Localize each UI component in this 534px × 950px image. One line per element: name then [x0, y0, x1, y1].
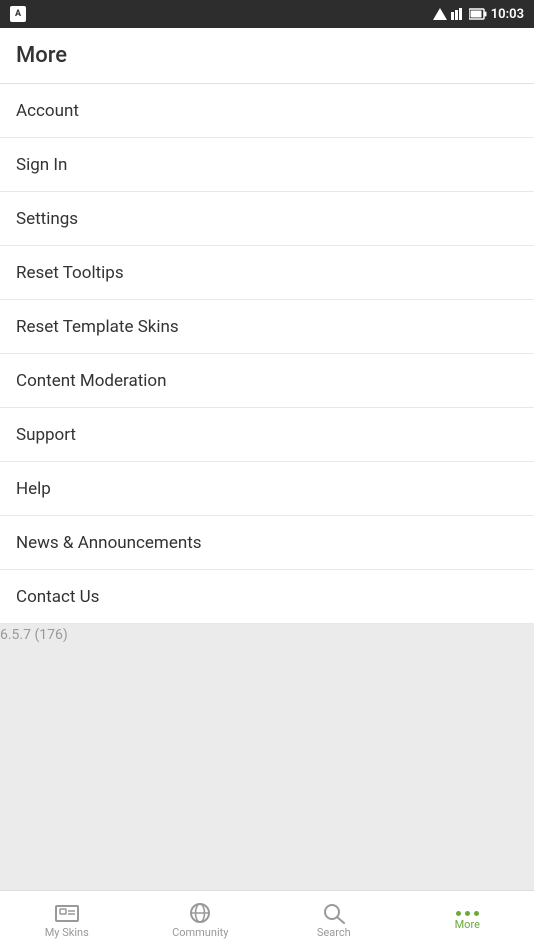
- menu-item-label-news-announcements: News & Announcements: [16, 533, 202, 553]
- nav-item-community[interactable]: Community: [134, 896, 268, 945]
- menu-item-reset-tooltips[interactable]: Reset Tooltips: [0, 246, 534, 300]
- status-bar-right: 10:03: [433, 7, 524, 22]
- search-icon: [321, 902, 347, 924]
- nav-item-more[interactable]: More: [401, 905, 534, 937]
- status-time: 10:03: [491, 7, 524, 22]
- nav-item-my-skins[interactable]: My Skins: [0, 896, 134, 945]
- status-bar-left: A: [10, 6, 26, 22]
- bottom-navigation: My Skins Community Search More: [0, 890, 534, 950]
- more-dots-icon: [456, 911, 479, 916]
- menu-item-label-help: Help: [16, 479, 51, 499]
- wifi-icon: [451, 8, 465, 20]
- version-text: 6.5.7 (176): [0, 627, 68, 643]
- version-section: 6.5.7 (176): [0, 624, 534, 890]
- menu-item-label-settings: Settings: [16, 209, 78, 229]
- menu-item-account[interactable]: Account: [0, 84, 534, 138]
- menu-item-reset-template-skins[interactable]: Reset Template Skins: [0, 300, 534, 354]
- nav-label-my-skins: My Skins: [45, 926, 89, 939]
- nav-item-search[interactable]: Search: [267, 896, 401, 945]
- nav-label-community: Community: [172, 926, 228, 939]
- menu-item-label-sign-in: Sign In: [16, 155, 67, 175]
- menu-list: Account Sign In Settings Reset Tooltips Rese…: [0, 84, 534, 624]
- menu-item-label-contact-us: Contact Us: [16, 587, 99, 607]
- menu-item-support[interactable]: Support: [0, 408, 534, 462]
- nav-label-search: Search: [317, 926, 351, 939]
- nav-label-more: More: [455, 918, 480, 931]
- menu-item-label-reset-tooltips: Reset Tooltips: [16, 263, 124, 283]
- app-icon: A: [10, 6, 26, 22]
- my-skins-icon: [54, 902, 80, 924]
- community-icon: [187, 902, 213, 924]
- menu-item-label-support: Support: [16, 425, 76, 445]
- menu-item-news-announcements[interactable]: News & Announcements: [0, 516, 534, 570]
- menu-item-help[interactable]: Help: [0, 462, 534, 516]
- header: More: [0, 28, 534, 84]
- menu-item-contact-us[interactable]: Contact Us: [0, 570, 534, 624]
- page-title: More: [16, 43, 67, 68]
- menu-item-settings[interactable]: Settings: [0, 192, 534, 246]
- menu-item-label-content-moderation: Content Moderation: [16, 371, 167, 391]
- signal-icon: [433, 8, 447, 20]
- menu-item-sign-in[interactable]: Sign In: [0, 138, 534, 192]
- battery-icon: [469, 8, 487, 20]
- content-area: More Account Sign In Settings Reset Tooltip…: [0, 28, 534, 890]
- menu-item-label-reset-template-skins: Reset Template Skins: [16, 317, 179, 337]
- menu-item-label-account: Account: [16, 101, 79, 121]
- status-bar: A 10:03: [0, 0, 534, 28]
- menu-item-content-moderation[interactable]: Content Moderation: [0, 354, 534, 408]
